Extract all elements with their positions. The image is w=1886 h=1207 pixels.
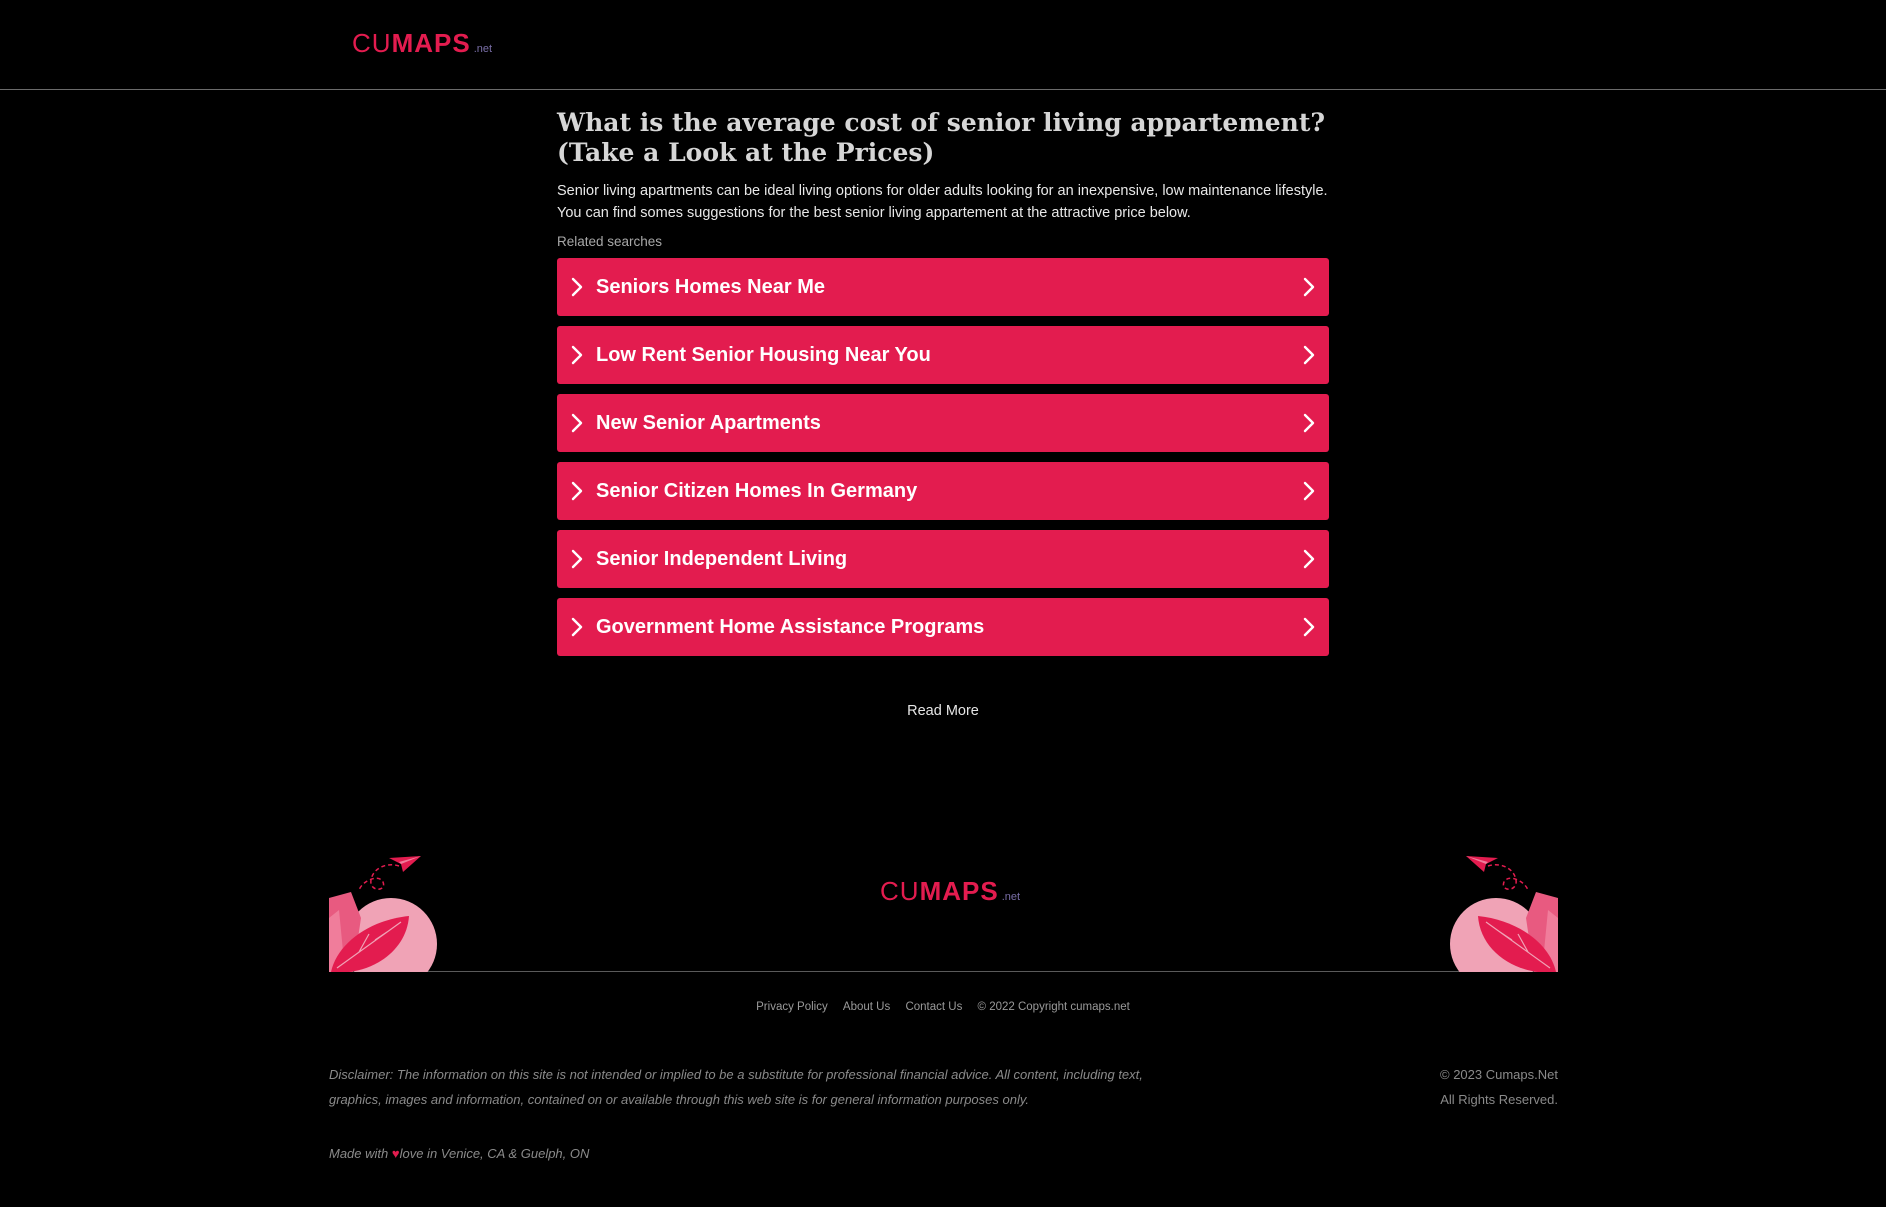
made-with-love-text: Made with ♥love in Venice, CA & Guelph, … — [329, 1146, 589, 1161]
made-prefix: Made with — [329, 1146, 392, 1161]
heart-icon: ♥ — [391, 1146, 400, 1161]
chevron-right-icon — [571, 345, 583, 365]
read-more-link[interactable]: Read More — [557, 703, 1329, 719]
footer-banner: CU MAPS .net — [329, 848, 1558, 972]
main-content: What is the average cost of senior livin… — [557, 108, 1329, 666]
paper-plane-plant-illustration — [329, 856, 437, 972]
chevron-right-icon — [571, 413, 583, 433]
related-search-label: New Senior Apartments — [596, 412, 821, 434]
related-search-label: Low Rent Senior Housing Near You — [596, 344, 931, 366]
copyright-text: © 2022 Copyright cumaps.net — [977, 1001, 1130, 1013]
related-search-item[interactable]: Seniors Homes Near Me — [557, 258, 1329, 316]
made-suffix: love in Venice, CA & Guelph, ON — [399, 1146, 590, 1161]
logo-cu: CU — [880, 876, 920, 906]
related-search-item[interactable]: Government Home Assistance Programs — [557, 598, 1329, 656]
related-search-label: Senior Citizen Homes In Germany — [596, 480, 918, 502]
related-search-item[interactable]: Low Rent Senior Housing Near You — [557, 326, 1329, 384]
related-search-item[interactable]: Senior Citizen Homes In Germany — [557, 462, 1329, 520]
chevron-right-icon — [1303, 481, 1315, 501]
chevron-right-icon — [1303, 617, 1315, 637]
rights-block: © 2023 Cumaps.Net All Rights Reserved. — [1440, 1062, 1558, 1112]
related-search-label: Government Home Assistance Programs — [596, 616, 985, 638]
chevron-right-icon — [571, 617, 583, 637]
rights-copyright: © 2023 Cumaps.Net — [1440, 1067, 1558, 1082]
chevron-right-icon — [571, 277, 583, 297]
logo-maps: MAPS — [391, 28, 471, 58]
chevron-right-icon — [1303, 345, 1315, 365]
site-header: CU MAPS .net — [0, 0, 1886, 90]
contact-us-link[interactable]: Contact Us — [905, 1001, 962, 1013]
page-title: What is the average cost of senior livin… — [557, 108, 1326, 167]
disclaimer-text: Disclaimer: The information on this site… — [329, 1067, 1143, 1107]
chevron-right-icon — [1303, 413, 1315, 433]
logo-maps: MAPS — [919, 876, 999, 906]
related-search-item[interactable]: Senior Independent Living — [557, 530, 1329, 588]
footer-logo[interactable]: CU MAPS .net — [880, 876, 1020, 907]
intro-text: Senior living apartments can be ideal li… — [557, 183, 1328, 221]
logo-net: .net — [473, 43, 493, 55]
related-search-item[interactable]: New Senior Apartments — [557, 394, 1329, 452]
related-search-label: Senior Independent Living — [596, 548, 848, 570]
site-logo[interactable]: CU MAPS .net — [352, 28, 492, 59]
paper-plane-plant-illustration — [1450, 856, 1558, 972]
related-search-label: Seniors Homes Near Me — [596, 276, 825, 298]
related-searches-list: Seniors Homes Near Me Low Rent Senior Ho… — [557, 258, 1329, 656]
logo-cu: CU — [352, 28, 392, 58]
about-us-link[interactable]: About Us — [843, 1001, 890, 1013]
rights-reserved: All Rights Reserved. — [1440, 1092, 1558, 1107]
chevron-right-icon — [1303, 549, 1315, 569]
chevron-right-icon — [571, 549, 583, 569]
chevron-right-icon — [571, 481, 583, 501]
logo-net: .net — [1001, 891, 1021, 903]
privacy-policy-link[interactable]: Privacy Policy — [756, 1001, 828, 1013]
chevron-right-icon — [1303, 277, 1315, 297]
footer-links: Privacy Policy About Us Contact Us © 202… — [0, 1001, 1886, 1013]
related-searches-label: Related searches — [557, 234, 663, 249]
